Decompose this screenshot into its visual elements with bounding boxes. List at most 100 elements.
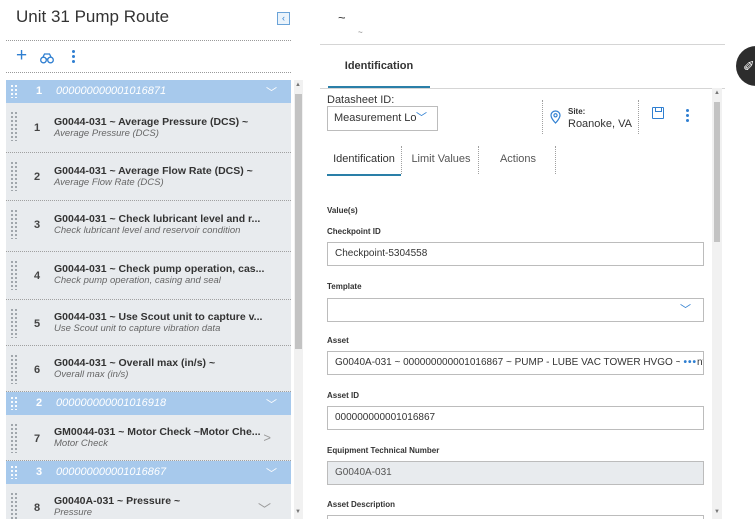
divider (320, 88, 725, 89)
item-title: G0044-031 ~ Use Scout unit to capture v.… (54, 311, 263, 323)
asset-field[interactable]: G0040A-031 ~ 000000000001016867 ~ PUMP -… (327, 351, 704, 375)
item-title: GM0044-031 ~ Motor Check ~Motor Che... (54, 426, 261, 438)
drag-handle-icon[interactable] (10, 161, 18, 191)
scroll-down-icon[interactable]: ▼ (295, 509, 301, 515)
subtab-limit-values[interactable]: Limit Values (405, 144, 477, 176)
chevron-down-icon[interactable]: ﹀ (258, 499, 271, 518)
item-title: G0044-031 ~ Check lubricant level and r.… (54, 213, 261, 225)
scroll-up-icon[interactable]: ▲ (295, 82, 301, 88)
pin-icon[interactable]: ✐ (736, 46, 755, 86)
chevron-down-icon: ﹀ (416, 112, 427, 124)
equipment-technical-number-label: Equipment Technical Number (327, 446, 440, 455)
more-options-icon[interactable] (70, 50, 76, 63)
divider (638, 100, 639, 134)
list-scrollbar[interactable]: ▲ ▼ (294, 80, 303, 519)
asset-label: Asset (327, 336, 349, 345)
scrollbar-thumb[interactable] (295, 94, 302, 349)
drag-handle-icon[interactable] (10, 209, 18, 239)
item-title: G0044-031 ~ Average Flow Rate (DCS) ~ (54, 165, 253, 177)
list-item[interactable]: 3 G0044-031 ~ Check lubricant level and … (6, 201, 291, 252)
divider (542, 100, 543, 134)
list-item[interactable]: 1 G0044-031 ~ Average Pressure (DCS) ~ A… (6, 103, 291, 153)
list-item[interactable]: 5 G0044-031 ~ Use Scout unit to capture … (6, 300, 291, 346)
template-label: Template (327, 282, 362, 291)
group-name: 000000000001016871 (56, 85, 167, 97)
add-icon[interactable]: + (16, 46, 27, 65)
subtab-bar: Identification Limit Values Actions (327, 144, 707, 176)
drag-handle-icon[interactable] (10, 423, 18, 453)
asset-description-label: Asset Description (327, 500, 396, 509)
drag-handle-icon[interactable] (10, 492, 18, 519)
chevron-down-icon: ﹀ (680, 304, 691, 316)
scrollbar-thumb[interactable] (714, 102, 720, 242)
datasheet-label: Datasheet ID: (327, 94, 395, 106)
drag-handle-icon[interactable] (10, 111, 18, 141)
divider (478, 146, 479, 174)
form-scrollbar[interactable]: ▲ ▼ (712, 88, 722, 519)
equipment-technical-number-field: G0040A-031 (327, 461, 704, 485)
drag-handle-icon[interactable] (10, 308, 18, 338)
item-subtitle: Check pump operation, casing and seal (54, 275, 221, 286)
datasheet-select[interactable]: Measurement Lo ﹀ (327, 106, 438, 131)
list-item[interactable]: 2 G0044-031 ~ Average Flow Rate (DCS) ~ … (6, 153, 291, 201)
list-item[interactable]: 8 G0040A-031 ~ Pressure ~ Pressure ﹀ (6, 484, 291, 519)
asset-id-field[interactable]: 000000000001016867 (327, 406, 704, 430)
item-title: G0044-031 ~ Overall max (in/s) ~ (54, 357, 216, 369)
group-name: 000000000001016918 (56, 397, 167, 409)
chevron-right-icon[interactable]: > (263, 430, 271, 445)
site-label: Site: (568, 107, 586, 116)
group-name: 000000000001016867 (56, 466, 167, 478)
save-icon[interactable] (652, 107, 664, 119)
list-item[interactable]: 4 G0044-031 ~ Check pump operation, cas.… (6, 252, 291, 300)
record-title: ~ (338, 10, 346, 25)
drag-handle-icon[interactable] (10, 354, 18, 384)
divider (6, 40, 291, 41)
site-value: Roanoke, VA (568, 118, 633, 130)
binoculars-icon[interactable] (40, 53, 54, 69)
item-title: G0040A-031 ~ Pressure ~ (54, 495, 181, 507)
section-title: Value(s) (327, 206, 358, 215)
list-item[interactable]: 7 GM0044-031 ~ Motor Check ~Motor Che...… (6, 415, 291, 461)
record-subtitle: ~ (358, 28, 363, 37)
item-title: G0044-031 ~ Average Pressure (DCS) ~ (54, 116, 249, 128)
checkpoint-id-label: Checkpoint ID (327, 227, 381, 236)
divider (6, 72, 291, 73)
item-subtitle: Motor Check (54, 438, 108, 449)
more-horizontal-icon[interactable]: ••• (680, 352, 697, 374)
tab-identification[interactable]: Identification (328, 52, 430, 88)
route-title: Unit 31 Pump Route (16, 7, 170, 26)
template-select[interactable]: ﹀ (327, 298, 704, 322)
item-subtitle: Overall max (in/s) (54, 369, 129, 380)
item-subtitle: Average Flow Rate (DCS) (54, 177, 164, 188)
scroll-up-icon[interactable]: ▲ (714, 90, 720, 96)
group-row[interactable]: 1 000000000001016871 ﹀ (6, 80, 291, 103)
item-title: G0044-031 ~ Check pump operation, cas... (54, 263, 265, 275)
item-subtitle: Check lubricant level and reservoir cond… (54, 225, 241, 236)
divider (401, 146, 402, 174)
subtab-actions[interactable]: Actions (481, 144, 555, 176)
group-row[interactable]: 3 000000000001016867 ﹀ (6, 461, 291, 484)
chevron-down-icon[interactable]: ﹀ (266, 465, 277, 481)
subtab-identification[interactable]: Identification (327, 144, 401, 176)
map-pin-icon (550, 110, 561, 127)
panel-collapse-icon[interactable]: ‹ (277, 12, 290, 25)
item-subtitle: Average Pressure (DCS) (54, 128, 159, 139)
drag-handle-icon[interactable] (10, 465, 18, 479)
drag-handle-icon[interactable] (10, 396, 18, 410)
scroll-down-icon[interactable]: ▼ (714, 509, 720, 515)
drag-handle-icon[interactable] (10, 260, 18, 290)
chevron-down-icon[interactable]: ﹀ (266, 396, 277, 412)
group-row[interactable]: 2 000000000001016918 ﹀ (6, 392, 291, 415)
chevron-down-icon[interactable]: ﹀ (266, 84, 277, 100)
item-subtitle: Use Scout unit to capture vibration data (54, 323, 221, 334)
item-subtitle: Pressure (54, 507, 93, 518)
list-item[interactable]: 6 G0044-031 ~ Overall max (in/s) ~ Overa… (6, 346, 291, 392)
asset-description-field[interactable] (327, 515, 704, 519)
route-panel: Unit 31 Pump Route ‹ + 1 000000000001016… (0, 0, 305, 519)
checkpoint-list: 1 000000000001016871 ﹀ 1 G0044-031 ~ Ave… (6, 80, 291, 519)
checkpoint-id-field[interactable]: Checkpoint-5304558 (327, 242, 704, 266)
drag-handle-icon[interactable] (10, 84, 18, 98)
divider (320, 44, 725, 45)
more-options-icon[interactable] (686, 109, 689, 122)
asset-id-label: Asset ID (327, 391, 360, 400)
